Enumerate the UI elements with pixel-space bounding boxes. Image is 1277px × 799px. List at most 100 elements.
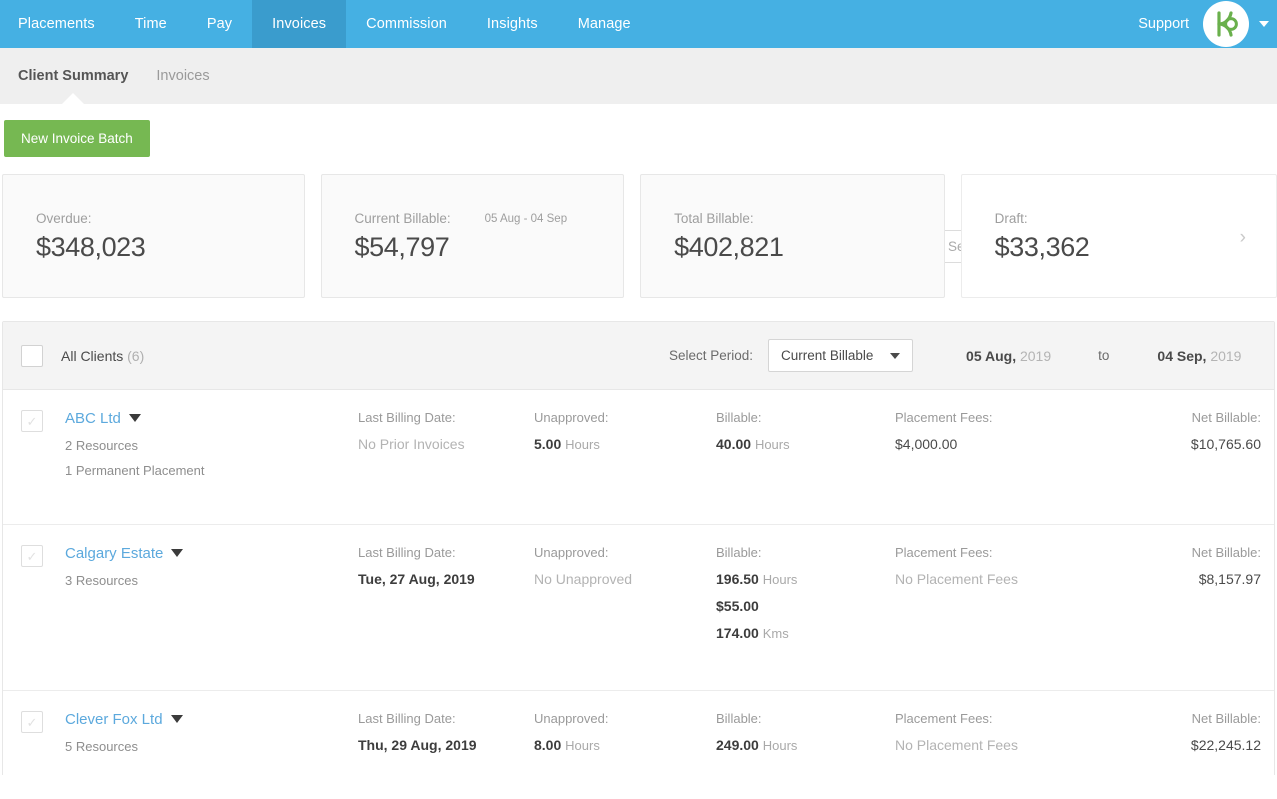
action-bar: New Invoice Batch [0, 104, 1277, 263]
top-nav-right-group: Support [1138, 0, 1277, 48]
nav-item-commission[interactable]: Commission [346, 0, 467, 48]
period-chevron-down-icon [890, 352, 901, 359]
last-billing-date-value: No Prior Invoices [358, 436, 465, 452]
nav-item-insights[interactable]: Insights [467, 0, 558, 48]
summary-card-value: $33,362 [994, 232, 1090, 262]
client-rows: ✓ ABC Ltd 2 Resources 1 Permanent Placement… [3, 390, 1274, 775]
net-billable-value: $8,157.97 [1198, 571, 1261, 587]
client-list-filter-bar: All Clients (6) Select Period: Current B… [3, 322, 1274, 390]
subtab-invoices[interactable]: Invoices [156, 68, 209, 84]
account-menu-chevron-down-icon[interactable] [1259, 21, 1269, 27]
logo-k-icon [1217, 11, 1238, 37]
active-subtab-pointer [62, 93, 84, 104]
column-header-unapproved: Unapproved: [534, 545, 609, 560]
summary-cards: Overdue: $348,023 Current Billable: $54,797… [0, 174, 1277, 298]
column-header-net-billable: Net Billable: [1191, 711, 1261, 726]
client-resources-count: 5 Resources [65, 739, 138, 754]
client-resources-count: 2 Resources [65, 438, 138, 453]
column-header-net-billable: Net Billable: [1191, 545, 1261, 560]
client-name-link[interactable]: Calgary Estate [65, 545, 163, 562]
row-checkbox[interactable]: ✓ [21, 545, 43, 567]
net-billable-cell: Net Billable: $8,157.97 [1003, 545, 1261, 587]
net-billable-cell: Net Billable: $22,245.12 [1003, 711, 1261, 753]
column-header-billable: Billable: [716, 711, 762, 726]
last-billing-date-value: Thu, 29 Aug, 2019 [358, 737, 477, 753]
nav-item-time[interactable]: Time [115, 0, 187, 48]
client-expand-chevron-down-icon[interactable] [171, 548, 184, 557]
summary-card-draft[interactable]: Draft: $33,362 › [960, 174, 1277, 298]
client-expand-chevron-down-icon[interactable] [128, 413, 141, 422]
client-name-link[interactable]: ABC Ltd [65, 410, 121, 427]
summary-card-current-billable: Current Billable: $54,797 05 Aug - 04 Sep [320, 174, 625, 298]
client-name-link[interactable]: Clever Fox Ltd [65, 711, 163, 728]
unapproved-value: 5.00 Hours [534, 436, 714, 452]
sub-navigation-bar: Client Summary Invoices [0, 48, 1277, 104]
billable-unit: Kms [762, 626, 789, 641]
primary-nav-items: Placements Time Pay Invoices Commission Insig… [0, 0, 651, 48]
top-navigation-bar: Placements Time Pay Invoices Commission Insig… [0, 0, 1277, 48]
date-to[interactable]: 04 Sep, 2019 [1157, 348, 1241, 364]
net-billable-value: $10,765.60 [1190, 436, 1261, 452]
new-invoice-batch-button[interactable]: New Invoice Batch [4, 119, 150, 157]
billable-amount: 196.50 [716, 571, 759, 587]
date-from[interactable]: 05 Aug, 2019 [966, 348, 1051, 364]
row-checkbox[interactable]: ✓ [21, 711, 43, 733]
column-header-last-billing-date: Last Billing Date: [358, 545, 456, 560]
date-to-year: 2019 [1210, 347, 1242, 364]
billable-amount: $55.00 [716, 598, 759, 614]
table-row: ✓ Calgary Estate 3 Resources Last Billing D… [3, 525, 1274, 691]
nav-item-manage[interactable]: Manage [558, 0, 651, 48]
all-clients-text: All Clients [61, 347, 124, 364]
check-icon: ✓ [26, 548, 38, 564]
column-header-net-billable: Net Billable: [1191, 410, 1261, 425]
client-expand-chevron-down-icon[interactable] [170, 714, 183, 723]
billable-value-line: 196.50 Hours [716, 571, 891, 587]
unapproved-cell: Unapproved: 5.00 Hours [534, 410, 714, 452]
check-icon: ✓ [26, 714, 38, 730]
summary-card-overdue: Overdue: $348,023 [2, 174, 305, 298]
last-billing-date-value: Tue, 27 Aug, 2019 [358, 571, 475, 587]
billable-unit: Hours [762, 572, 798, 587]
unapproved-unit: Hours [565, 437, 600, 452]
billable-value-line: $55.00 [716, 598, 891, 614]
unapproved-amount: No Unapproved [534, 571, 633, 587]
date-range-to-label: to [1098, 348, 1110, 363]
date-from-year: 2019 [1019, 347, 1052, 364]
summary-card-daterange: 05 Aug - 04 Sep [484, 213, 568, 225]
table-row: ✓ ABC Ltd 2 Resources 1 Permanent Placement… [3, 390, 1274, 525]
column-header-last-billing-date: Last Billing Date: [358, 711, 456, 726]
column-header-billable: Billable: [716, 545, 762, 560]
nav-item-pay[interactable]: Pay [187, 0, 252, 48]
user-avatar[interactable] [1203, 1, 1249, 47]
nav-item-placements[interactable]: Placements [0, 0, 115, 48]
client-summary-panel: All Clients (6) Select Period: Current B… [2, 321, 1275, 775]
net-billable-value: $22,245.12 [1190, 737, 1261, 753]
billable-cell: Billable: 196.50 Hours $55.00 174.00 Kms [716, 545, 891, 652]
all-clients-label: All Clients (6) [61, 348, 144, 364]
billable-cell: Billable: 40.00 Hours [716, 410, 891, 463]
last-billing-date-cell: Last Billing Date: No Prior Invoices [358, 410, 528, 452]
support-link[interactable]: Support [1138, 16, 1189, 32]
row-checkbox[interactable]: ✓ [21, 410, 43, 432]
summary-card-total-billable: Total Billable: $402,821 [640, 174, 945, 298]
billable-amount: 249.00 [716, 737, 759, 753]
last-billing-date-cell: Last Billing Date: Thu, 29 Aug, 2019 [358, 711, 528, 753]
subtab-client-summary[interactable]: Client Summary [18, 68, 128, 84]
summary-card-label: Draft: [994, 211, 1028, 226]
nav-item-invoices[interactable]: Invoices [252, 0, 347, 48]
summary-card-label: Overdue: [36, 211, 92, 226]
billable-value-line: 174.00 Kms [716, 625, 891, 641]
select-all-clients-checkbox[interactable] [21, 344, 43, 367]
unapproved-amount: 5.00 [534, 436, 562, 452]
unapproved-value: No Unapproved [534, 571, 714, 587]
summary-card-label: Total Billable: [674, 211, 754, 226]
summary-card-value: $402,821 [674, 232, 784, 262]
summary-card-value: $54,797 [354, 232, 450, 262]
billable-unit: Hours [754, 437, 790, 452]
period-select[interactable]: Current Billable [768, 339, 914, 372]
draft-card-chevron-right-icon[interactable]: › [1240, 227, 1246, 249]
client-name-cell: Calgary Estate 3 Resources [47, 545, 347, 690]
column-header-last-billing-date: Last Billing Date: [358, 410, 456, 425]
client-name-cell: Clever Fox Ltd 5 Resources [47, 711, 347, 775]
unapproved-value: 8.00 Hours [534, 737, 714, 753]
